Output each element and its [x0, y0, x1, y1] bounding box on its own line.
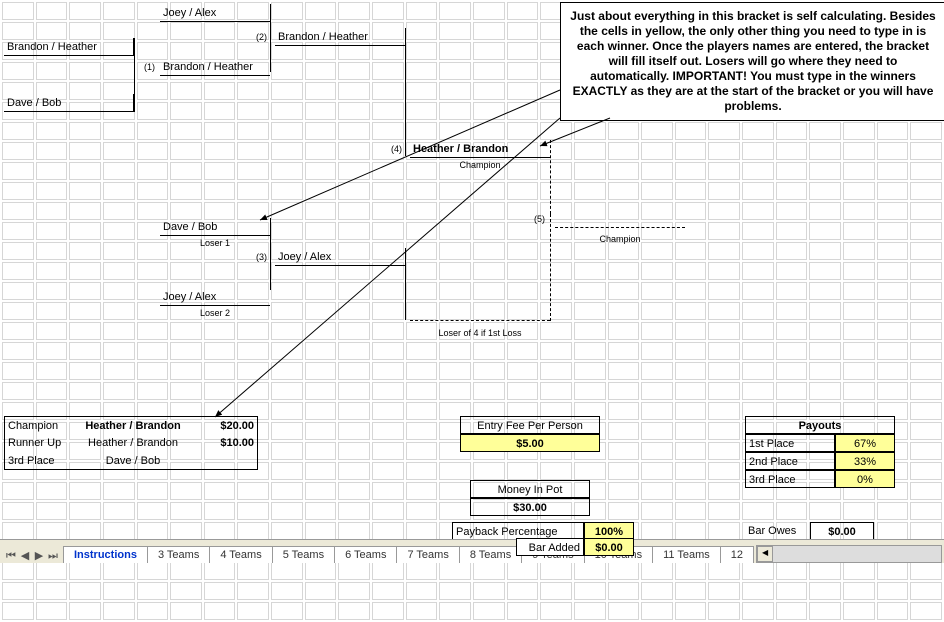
- money-pot-lbl: Money In Pot: [470, 480, 590, 498]
- bracket-m5-num: (5): [520, 210, 548, 228]
- tab-nav[interactable]: ⏮ ◀ ▶ ⏭: [0, 549, 64, 563]
- tab-6teams[interactable]: 6 Teams: [334, 546, 397, 563]
- payouts-hdr: Payouts: [745, 416, 895, 434]
- bracket-line-dashed: [410, 320, 550, 321]
- results-champ-pay: $20.00: [198, 416, 258, 434]
- bracket-line-dashed: [550, 214, 551, 321]
- tab-3teams[interactable]: 3 Teams: [147, 546, 210, 563]
- entry-fee-lbl: Entry Fee Per Person: [460, 416, 600, 434]
- bracket-w2-winner[interactable]: Brandon / Heather: [275, 28, 405, 46]
- instruction-callout: Just about everything in this bracket is…: [560, 2, 944, 121]
- bracket-seed2[interactable]: Dave / Bob: [4, 94, 134, 112]
- payouts-2-lbl: 2nd Place: [745, 452, 835, 470]
- bracket-line: [405, 248, 406, 320]
- bracket-line: [134, 38, 135, 112]
- results-third-lbl: 3rd Place: [4, 452, 68, 470]
- tab-12teams[interactable]: 12: [720, 546, 754, 563]
- tab-instructions[interactable]: Instructions: [63, 546, 148, 563]
- bracket-line-dashed: [550, 140, 551, 214]
- tab-4teams[interactable]: 4 Teams: [209, 546, 272, 563]
- tab-next-icon[interactable]: ▶: [32, 549, 46, 563]
- bracket-champion2-lbl: Champion: [555, 230, 685, 248]
- bracket-m3-num: (3): [250, 248, 270, 266]
- bracket-line: [270, 218, 271, 290]
- results-runner-name: Heather / Brandon: [68, 434, 198, 452]
- bracket-seed1[interactable]: Brandon / Heather: [4, 38, 134, 56]
- bracket-line: [405, 28, 406, 156]
- bracket-l3-winner[interactable]: Joey / Alex: [275, 248, 405, 266]
- bracket-loser4-lbl: Loser of 4 if 1st Loss: [410, 324, 550, 342]
- tab-prev-icon[interactable]: ◀: [18, 549, 32, 563]
- results-third-name: Dave / Bob: [68, 452, 198, 470]
- money-pot-val: $30.00: [470, 498, 590, 516]
- bracket-m4-num: (4): [385, 140, 405, 158]
- tab-7teams[interactable]: 7 Teams: [396, 546, 459, 563]
- bar-added-val[interactable]: $0.00: [584, 538, 634, 556]
- bracket-champion-lbl: Champion: [410, 156, 550, 174]
- bracket-m1-num: (1): [138, 58, 158, 76]
- spreadsheet-sheet: Joey / Alex Brandon / Heather (1) Brando…: [0, 0, 944, 563]
- payouts-3-lbl: 3rd Place: [745, 470, 835, 488]
- bracket-loser2-lbl: Loser 2: [160, 304, 270, 322]
- payouts-3-val[interactable]: 0%: [835, 470, 895, 488]
- tab-5teams[interactable]: 5 Teams: [272, 546, 335, 563]
- scroll-left-icon[interactable]: ◀: [757, 546, 773, 562]
- payouts-1-lbl: 1st Place: [745, 434, 835, 452]
- tab-last-icon[interactable]: ⏭: [46, 549, 60, 563]
- bracket-line: [270, 4, 271, 72]
- results-champ-name: Heather / Brandon: [68, 416, 198, 434]
- results-champ-lbl: Champion: [4, 416, 68, 434]
- bracket-w1-top[interactable]: Joey / Alex: [160, 4, 270, 22]
- results-runner-pay: $10.00: [198, 434, 258, 452]
- bar-added-lbl: Bar Added: [516, 538, 584, 556]
- tab-scrollbar[interactable]: ◀: [756, 545, 942, 563]
- bracket-m2-num: (2): [250, 28, 270, 46]
- bar-owes-lbl: Bar Owes: [745, 522, 805, 540]
- bracket-line-dashed: [555, 227, 685, 228]
- tab-11teams[interactable]: 11 Teams: [652, 546, 721, 563]
- results-third-pay: [198, 452, 258, 470]
- payouts-1-val[interactable]: 67%: [835, 434, 895, 452]
- payouts-2-val[interactable]: 33%: [835, 452, 895, 470]
- bar-owes-val: $0.00: [810, 522, 874, 540]
- sheet-tabs: ⏮ ◀ ▶ ⏭ Instructions 3 Teams 4 Teams 5 T…: [0, 539, 944, 563]
- entry-fee-val[interactable]: $5.00: [460, 434, 600, 452]
- bracket-w1-winner[interactable]: Brandon / Heather: [160, 58, 270, 76]
- tab-first-icon[interactable]: ⏮: [4, 549, 18, 563]
- results-runner-lbl: Runner Up: [4, 434, 68, 452]
- tab-8teams[interactable]: 8 Teams: [459, 546, 522, 563]
